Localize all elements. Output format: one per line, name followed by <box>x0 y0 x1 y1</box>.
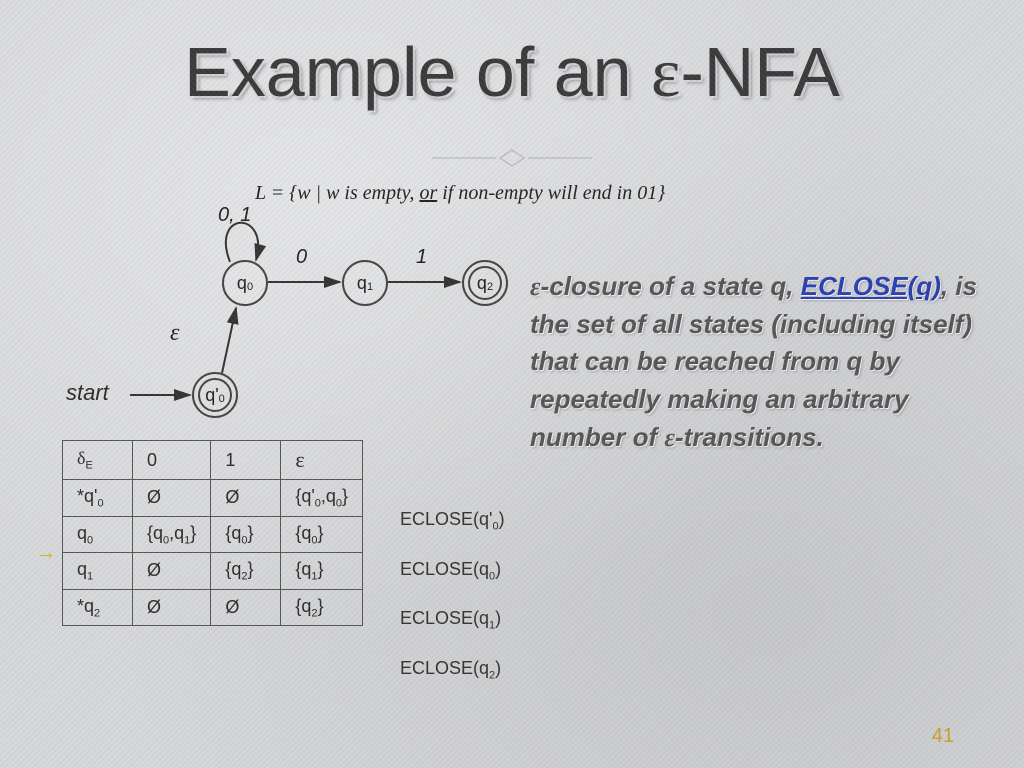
epsilon-edge-label: ε <box>170 320 179 347</box>
annotation: ECLOSE(q1) <box>400 597 505 647</box>
annotation: ECLOSE(q2) <box>400 647 505 697</box>
title-epsilon: ε <box>651 35 680 112</box>
state-q2: q2 <box>462 260 508 306</box>
arrow-icon: → <box>36 542 56 565</box>
table-row: *q'0 Ø Ø {q'0,q0} <box>63 480 363 517</box>
title-prefix: Example of an <box>184 33 651 111</box>
edge-0-label: 0 <box>296 246 307 269</box>
loop-label: 0, 1 <box>218 204 251 227</box>
page-number: 41 <box>932 725 954 748</box>
state-qprime0: q'0 <box>192 372 238 418</box>
eclosure-definition: ε-closure of a state q, ECLOSE(q), is th… <box>530 268 994 456</box>
table-row: q1 Ø {q2} {q1} <box>63 553 363 590</box>
title-suffix: -NFA <box>680 33 839 111</box>
eclose-annotations: ECLOSE(q'0) ECLOSE(q0) ECLOSE(q1) ECLOSE… <box>400 498 505 696</box>
table-row: *q2 Ø Ø {q2} <box>63 589 363 626</box>
eclose-term: ECLOSE(q) <box>801 271 941 301</box>
state-q0: q0 <box>222 260 268 306</box>
annotation: ECLOSE(q0) <box>400 548 505 598</box>
table-row: q0 {q0,q1} {q0} {q0} <box>63 516 363 553</box>
nfa-diagram: 0, 1 0 1 ε start q0 q1 q2 q'0 <box>60 200 560 450</box>
edge-1-label: 1 <box>416 246 427 269</box>
slide-title: Example of an ε-NFA <box>0 32 1024 114</box>
start-label: start <box>66 380 109 406</box>
state-q1: q1 <box>342 260 388 306</box>
title-ornament <box>0 148 1024 168</box>
annotation: ECLOSE(q'0) <box>400 498 505 548</box>
transition-table: δE 0 1 ε *q'0 Ø Ø {q'0,q0} q0 {q0,q1} {q… <box>62 440 363 626</box>
table-header-row: δE 0 1 ε <box>63 441 363 480</box>
